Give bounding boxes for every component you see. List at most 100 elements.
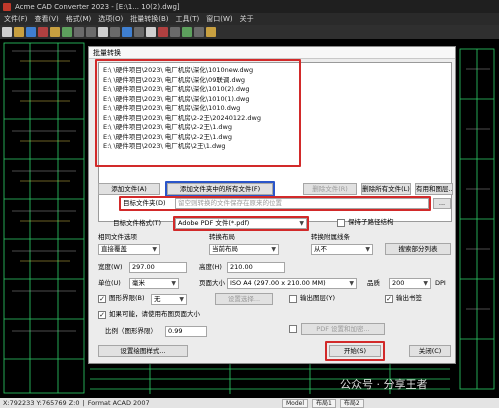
file-row[interactable]: E:\ \硬件项目\2023\ 电厂机房\深化\1010(2).dwg (103, 85, 447, 95)
output-bookmark-checkbox[interactable]: ✓ (385, 295, 393, 303)
folder-icon[interactable] (14, 27, 24, 37)
bw-icon[interactable] (134, 27, 144, 37)
width-input[interactable]: 297.00 (129, 262, 187, 273)
pdf-encrypt-checkbox[interactable] (289, 325, 297, 333)
menu-tools[interactable]: 工具(T) (176, 14, 200, 24)
toolbar (0, 25, 499, 39)
relative-files-select[interactable]: 直接覆盖 ▼ (98, 244, 160, 255)
file-row[interactable]: E:\ \硬件项目\2023\ 电厂机房\2-2王\1.dwg (103, 123, 447, 133)
target-folder-label: 目标文件夹(D) (123, 199, 166, 207)
drawings-button[interactable]: 有用和图层... (415, 183, 453, 195)
file-row[interactable]: E:\ \硬件项目\2023\ 电厂机房\深化\1010(1).dwg (103, 95, 447, 105)
scale-input[interactable]: 0.99 (165, 326, 207, 337)
chevron-down-icon: ▼ (349, 280, 354, 287)
target-folder-input[interactable]: 留空则转换的文件保存在原来的位置 (175, 198, 429, 209)
convert-icon[interactable] (62, 27, 72, 37)
background-icon[interactable] (146, 27, 156, 37)
status-coords: X:792233 Y:765769 Z:0 (3, 399, 80, 407)
page-size-label: 页面大小 (199, 279, 225, 287)
3d-icon[interactable] (194, 27, 204, 37)
height-input[interactable]: 210.00 (227, 262, 285, 273)
menu-batch[interactable]: 批量转换(B) (130, 14, 168, 24)
linetype-select[interactable]: 从不 ▼ (311, 244, 373, 255)
layout-convert-select[interactable]: 当前布局 ▼ (209, 244, 279, 255)
unit-value: 毫米 (132, 279, 145, 287)
chevron-down-icon: ▼ (271, 246, 276, 253)
close-button[interactable]: 关闭(C) (409, 345, 451, 357)
file-row[interactable]: E:\ \硬件项目\2023\ 电厂机房\2-2王\20240122.dwg (103, 114, 447, 124)
tab-layout-2[interactable]: 布局2 (339, 398, 364, 408)
menu-view[interactable]: 查看(V) (35, 14, 59, 24)
width-label: 宽度(W) (98, 263, 123, 271)
dpi-label: DPI (435, 279, 446, 287)
menu-bar: 文件(F) 查看(V) 格式(M) 选项(O) 批量转换(B) 工具(T) 窗口… (0, 13, 499, 25)
file-row[interactable]: E:\ \硬件项目\2023\ 电厂机房\2王\1.dwg (103, 142, 447, 152)
layout-list-button[interactable]: 搜索部分列表 (385, 243, 451, 255)
menu-format[interactable]: 格式(M) (66, 14, 92, 24)
page-size-select[interactable]: ISO A4 (297.00 x 210.00 MM) ▼ (227, 278, 357, 289)
menu-options[interactable]: 选项(O) (98, 14, 123, 24)
keep-subfolder-checkbox[interactable] (337, 219, 345, 227)
target-format-select[interactable]: Adobe PDF 文件(*.pdf) ▼ (175, 218, 307, 229)
border-select[interactable]: 无 ▼ (151, 294, 187, 305)
remove-file-button[interactable]: 删除文件(R) (303, 183, 357, 195)
save-icon[interactable] (26, 27, 36, 37)
batch-convert-dialog: 批量转换 E:\ \硬件项目\2023\ 电厂机房\深化\1010new.dwg… (88, 46, 456, 364)
menu-window[interactable]: 窗口(W) (206, 14, 232, 24)
settings-button[interactable]: 设置选择... (215, 293, 273, 305)
output-layer-checkbox[interactable] (289, 295, 297, 303)
chevron-down-icon: ▼ (152, 246, 157, 253)
help-icon[interactable] (206, 27, 216, 37)
relative-files-value: 直接覆盖 (101, 245, 127, 253)
print-icon[interactable] (38, 27, 48, 37)
target-format-label: 目标文件格式(T) (113, 219, 162, 227)
measure-icon[interactable] (158, 27, 168, 37)
border-select-value: 无 (154, 295, 161, 303)
pdf-settings-button[interactable]: PDF 设置和加密... (301, 323, 385, 335)
border-checkbox[interactable]: ✓ (98, 295, 106, 303)
auto-size-checkbox[interactable]: ✓ (98, 311, 106, 319)
zoom-out-icon[interactable] (86, 27, 96, 37)
chevron-down-icon: ▼ (299, 220, 304, 227)
pan-icon[interactable] (98, 27, 108, 37)
add-file-button[interactable]: 添加文件(A) (98, 183, 160, 195)
open-icon[interactable] (2, 27, 12, 37)
chevron-down-icon: ▼ (423, 280, 428, 287)
linetype-value: 从不 (314, 245, 327, 253)
linetype-label: 转换附属线条 (311, 233, 350, 241)
quality-select[interactable]: 200 ▼ (389, 278, 431, 289)
add-folder-files-button[interactable]: 添加文件夹中的所有文件(F) (167, 183, 273, 195)
border-label: 图形界限(B) (109, 294, 145, 302)
file-row[interactable]: E:\ \硬件项目\2023\ 电厂机房\深化\1010.dwg (103, 104, 447, 114)
layer-icon[interactable] (122, 27, 132, 37)
unit-select[interactable]: 毫米 ▼ (129, 278, 179, 289)
menu-file[interactable]: 文件(F) (4, 14, 28, 24)
file-row[interactable]: E:\ \硬件项目\2023\ 电厂机房\深化\09联调.dwg (103, 76, 447, 86)
layout-convert-label: 转换布局 (209, 233, 235, 241)
zoom-in-icon[interactable] (74, 27, 84, 37)
file-row[interactable]: E:\ \硬件项目\2023\ 电厂机房\深化\1010new.dwg (103, 66, 447, 76)
browse-button[interactable]: ... (433, 198, 451, 209)
title-bar: Acme CAD Converter 2023 - [E:\1... 10(2)… (0, 0, 499, 13)
remove-all-button[interactable]: 删除所有文件(L) (361, 183, 411, 195)
dialog-title: 批量转换 (89, 47, 455, 59)
layout-convert-value: 当前布局 (212, 245, 238, 253)
layout-icon[interactable] (182, 27, 192, 37)
file-row[interactable]: E:\ \硬件项目\2023\ 电厂机房\2-2王\1.dwg (103, 133, 447, 143)
auto-size-label: 如果可能，请使用布图页面大小 (109, 310, 200, 318)
keep-subfolder-label: 保持子路径结构 (348, 218, 394, 226)
window-title: Acme CAD Converter 2023 - [E:\1... 10(2)… (15, 2, 180, 11)
menu-about[interactable]: 关于 (240, 14, 254, 24)
start-button[interactable]: 开始(S) (329, 345, 381, 357)
page-size-value: ISO A4 (297.00 x 210.00 MM) (230, 279, 326, 287)
scale-label: 比例（图形界限） (105, 327, 157, 335)
layout-tabs: Model 布局1 布局2 (282, 398, 364, 408)
chevron-down-icon: ▼ (171, 280, 176, 287)
text-icon[interactable] (170, 27, 180, 37)
print-style-button[interactable]: 设置绘图样式... (98, 345, 188, 357)
tab-model[interactable]: Model (282, 398, 309, 408)
quality-label: 品质 (367, 279, 380, 287)
batch-icon[interactable] (50, 27, 60, 37)
tab-layout-1[interactable]: 布局1 (312, 398, 336, 408)
zoom-window-icon[interactable] (110, 27, 120, 37)
